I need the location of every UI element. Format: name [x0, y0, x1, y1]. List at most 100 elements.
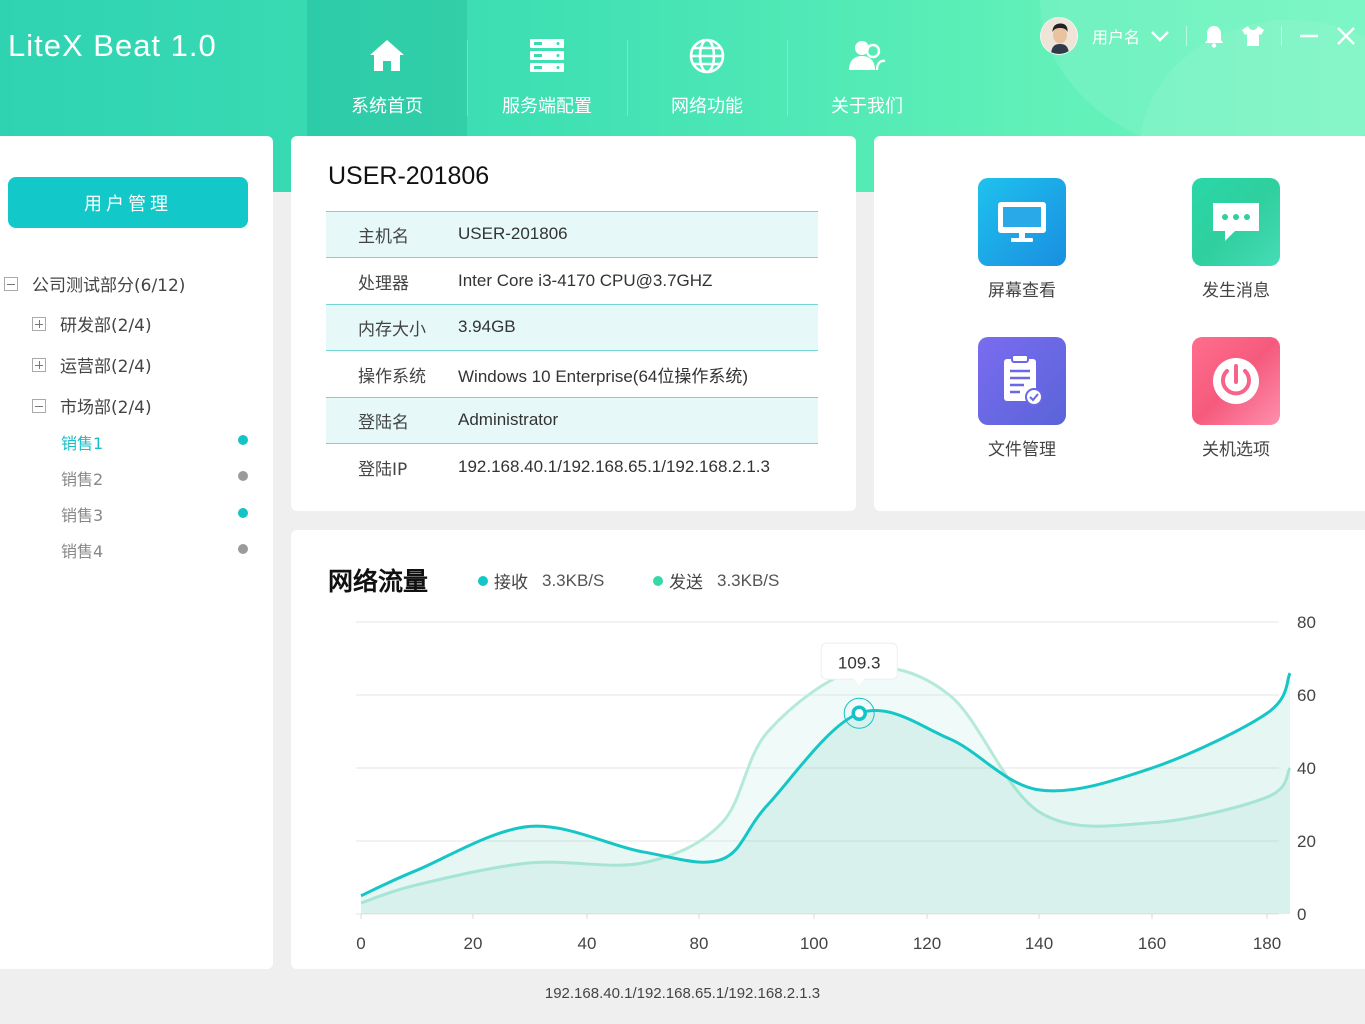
globe-icon — [689, 38, 725, 74]
info-key: 处理器 — [358, 273, 409, 294]
info-value: Windows 10 Enterprise(64位操作系统) — [458, 366, 749, 386]
legend-receive: 接收 3.3KB/S — [478, 568, 604, 593]
action-label: 文件管理 — [988, 440, 1056, 460]
tree-group-label: 运营部(2/4) — [60, 357, 152, 377]
x-tick-label: 80 — [690, 934, 709, 953]
info-row: 登陆名 Administrator — [326, 397, 818, 444]
power-icon — [1192, 337, 1280, 425]
info-value: 192.168.40.1/192.168.65.1/192.168.2.1.3 — [458, 457, 770, 477]
tree-leaf[interactable]: 销售2 — [61, 466, 103, 490]
file-management-button[interactable]: 文件管理 — [962, 337, 1082, 460]
tree-leaf[interactable]: 销售1 — [61, 430, 103, 454]
file-icon — [978, 337, 1066, 425]
legend-send: 发送 3.3KB/S — [653, 568, 779, 593]
info-value: USER-201806 — [458, 224, 568, 244]
chevron-down-icon[interactable] — [1150, 30, 1170, 42]
network-traffic-panel: 0 20 40 60 80 0 20 40 80 100 120 140 160 180 109.3 网络流… — [291, 530, 1365, 969]
nav-item-about[interactable]: 关于我们 — [787, 0, 947, 136]
x-tick-label: 180 — [1253, 934, 1281, 953]
expand-icon[interactable] — [32, 316, 46, 331]
divider — [1186, 26, 1188, 46]
legend-dot — [478, 575, 488, 586]
computer-info-panel: USER-201806 主机名 USER-201806 处理器 Inter Co… — [291, 136, 856, 511]
collapse-icon[interactable] — [4, 276, 18, 291]
username[interactable]: 用户名 — [1092, 24, 1140, 48]
chart-title: 网络流量 — [328, 567, 429, 596]
collapse-icon[interactable] — [32, 398, 46, 413]
x-tick-label: 40 — [578, 934, 597, 953]
action-label: 关机选项 — [1202, 440, 1270, 460]
expand-icon[interactable] — [32, 357, 46, 372]
actions-panel: 屏幕查看 发生消息 文件管理 关机选项 — [874, 136, 1365, 511]
info-key: 登陆名 — [358, 412, 409, 433]
tree-group-label: 研发部(2/4) — [60, 316, 152, 336]
user-management-button[interactable]: 用户管理 — [8, 177, 248, 228]
minimize-icon[interactable] — [1298, 25, 1320, 47]
info-table: 主机名 USER-201806 处理器 Inter Core i3-4170 C… — [326, 211, 818, 490]
legend-label: 接收 — [494, 573, 528, 593]
x-tick-label: 100 — [800, 934, 828, 953]
info-row: 操作系统 Windows 10 Enterprise(64位操作系统) — [326, 350, 818, 398]
status-dot — [238, 544, 248, 554]
status-dot — [238, 508, 248, 518]
server-icon — [530, 39, 564, 72]
home-icon — [370, 40, 404, 71]
legend-dot — [653, 575, 663, 586]
status-dot — [238, 471, 248, 481]
message-icon — [1192, 178, 1280, 266]
power-options-button[interactable]: 关机选项 — [1176, 337, 1296, 460]
info-row: 登陆IP 192.168.40.1/192.168.65.1/192.168.2… — [326, 443, 818, 491]
nav-item-home[interactable]: 系统首页 — [307, 0, 467, 136]
main-nav: 系统首页 服务端配置 网络功能 关于我们 — [307, 0, 947, 136]
bell-icon[interactable] — [1203, 24, 1225, 48]
y-tick-label: 60 — [1297, 686, 1316, 705]
info-key: 内存大小 — [358, 319, 426, 340]
footer-ip: 192.168.40.1/192.168.65.1/192.168.2.1.3 — [544, 985, 821, 1002]
tree-group-label: 市场部(2/4) — [60, 398, 152, 418]
status-dot — [238, 435, 248, 445]
action-label: 屏幕查看 — [988, 281, 1056, 301]
users-icon — [849, 41, 886, 71]
tree-root-label: 公司测试部分(6/12) — [32, 276, 186, 296]
legend-value: 3.3KB/S — [717, 570, 780, 590]
tree-group[interactable]: 研发部(2/4) — [32, 311, 152, 336]
legend-value: 3.3KB/S — [542, 570, 605, 590]
y-tick-label: 0 — [1297, 905, 1306, 924]
y-tick-label: 20 — [1297, 832, 1316, 851]
monitor-icon — [978, 178, 1066, 266]
avatar[interactable] — [1040, 17, 1078, 55]
x-tick-label: 140 — [1025, 934, 1053, 953]
x-tick-label: 160 — [1138, 934, 1166, 953]
sidebar: 用户管理 公司测试部分(6/12) 研发部(2/4) 运营部(2/4) 市场部(… — [0, 136, 273, 969]
tooltip-point — [851, 705, 867, 721]
tree-root[interactable]: 公司测试部分(6/12) — [4, 271, 185, 296]
tree-group[interactable]: 市场部(2/4) — [32, 393, 152, 418]
y-tick-label: 80 — [1297, 613, 1316, 632]
y-tick-label: 40 — [1297, 759, 1316, 778]
shirt-icon[interactable] — [1241, 25, 1265, 47]
nav-item-network[interactable]: 网络功能 — [627, 0, 787, 136]
tooltip-label: 109.3 — [838, 653, 881, 672]
info-value: 3.94GB — [458, 317, 516, 337]
nav-label: 网络功能 — [671, 96, 743, 117]
tree-group[interactable]: 运营部(2/4) — [32, 352, 152, 377]
x-tick-label: 20 — [464, 934, 483, 953]
user-toolbar: 用户名 — [1040, 16, 1356, 56]
tree-leaf[interactable]: 销售4 — [61, 538, 103, 562]
nav-label: 系统首页 — [351, 96, 423, 117]
computer-title: USER-201806 — [328, 162, 490, 190]
info-row: 主机名 USER-201806 — [326, 211, 818, 258]
nav-label: 关于我们 — [831, 96, 903, 117]
info-value: Inter Core i3-4170 CPU@3.7GHZ — [458, 271, 713, 291]
send-message-button[interactable]: 发生消息 — [1176, 178, 1296, 301]
nav-item-server[interactable]: 服务端配置 — [467, 0, 627, 136]
info-key: 操作系统 — [358, 366, 426, 387]
screen-view-button[interactable]: 屏幕查看 — [962, 178, 1082, 301]
close-icon[interactable] — [1336, 25, 1356, 47]
info-row: 内存大小 3.94GB — [326, 304, 818, 351]
x-tick-label: 0 — [356, 934, 365, 953]
tree-leaf[interactable]: 销售3 — [61, 502, 103, 526]
nav-label: 服务端配置 — [502, 96, 592, 117]
info-row: 处理器 Inter Core i3-4170 CPU@3.7GHZ — [326, 257, 818, 305]
legend-label: 发送 — [669, 573, 703, 593]
